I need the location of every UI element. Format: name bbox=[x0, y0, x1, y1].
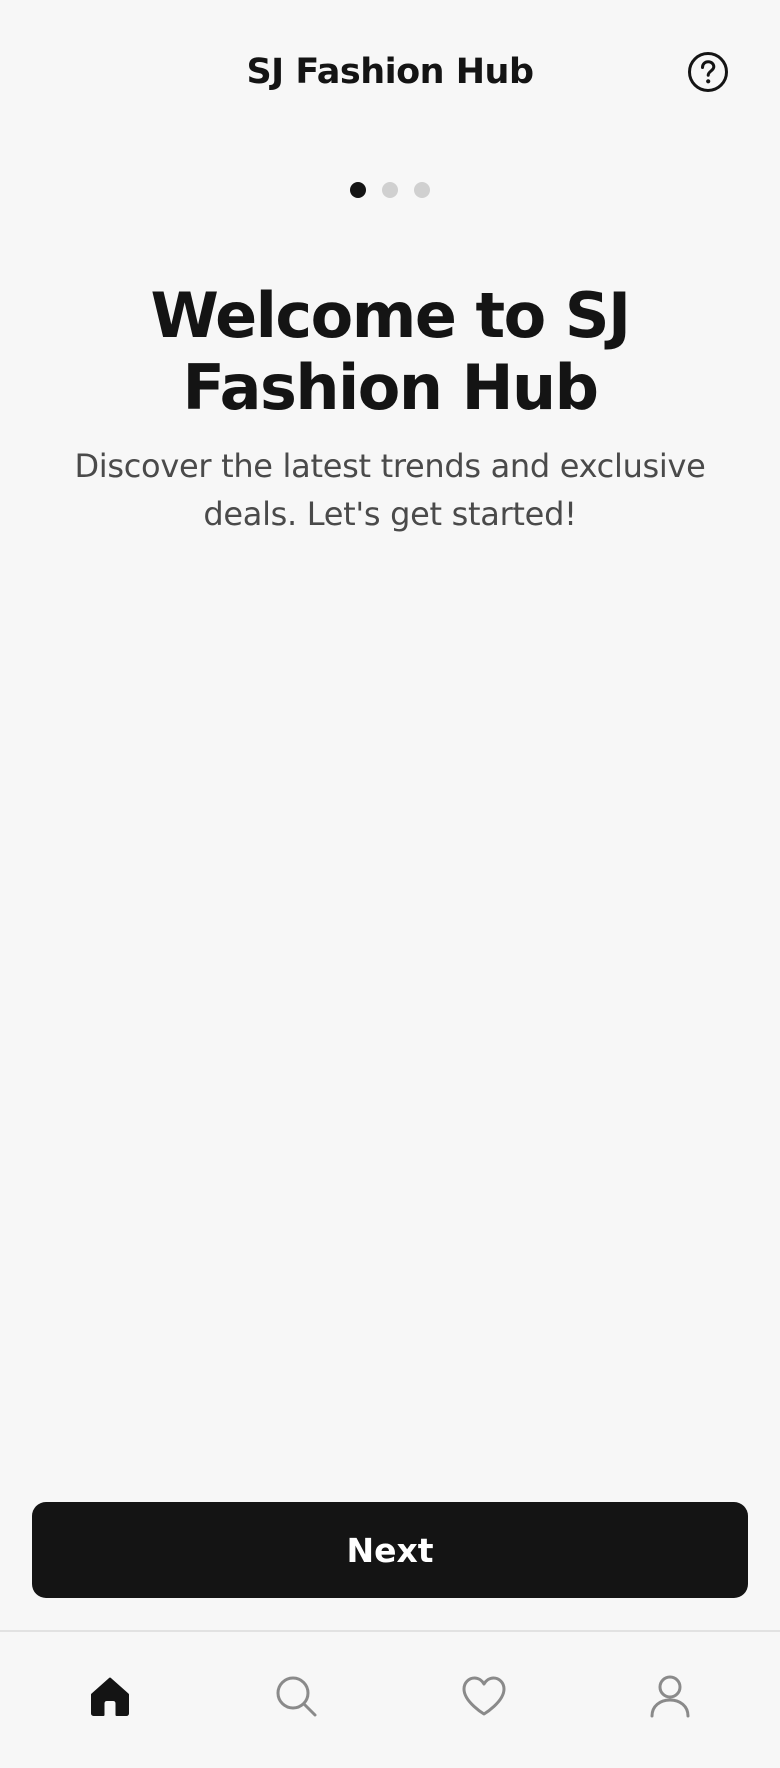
help-button[interactable] bbox=[686, 50, 730, 94]
next-button[interactable]: Next bbox=[32, 1502, 748, 1598]
user-icon bbox=[650, 1675, 690, 1718]
app-header: SJ Fashion Hub bbox=[0, 0, 780, 146]
welcome-subtitle: Discover the latest trends and exclusive… bbox=[74, 447, 706, 533]
help-circle-icon bbox=[688, 52, 728, 92]
nav-home[interactable] bbox=[80, 1666, 140, 1726]
nav-profile[interactable] bbox=[640, 1666, 700, 1726]
pagination-dot-3[interactable] bbox=[414, 182, 430, 198]
welcome-section: Welcome to SJ Fashion Hub Discover the l… bbox=[30, 280, 750, 538]
pagination-dot-2[interactable] bbox=[382, 182, 398, 198]
nav-favorites[interactable] bbox=[454, 1666, 514, 1726]
bottom-navigation bbox=[0, 1630, 780, 1768]
nav-search[interactable] bbox=[266, 1666, 326, 1726]
pagination-dots bbox=[0, 182, 780, 202]
app-title: SJ Fashion Hub bbox=[246, 52, 534, 92]
onboarding-screen: SJ Fashion Hub Welcome to SJ Fashion Hub… bbox=[0, 0, 780, 1768]
search-icon bbox=[276, 1676, 317, 1717]
heart-icon bbox=[462, 1676, 506, 1716]
home-icon bbox=[91, 1677, 129, 1716]
pagination-dot-1[interactable] bbox=[350, 182, 366, 198]
welcome-title: Welcome to SJ Fashion Hub bbox=[150, 279, 631, 424]
